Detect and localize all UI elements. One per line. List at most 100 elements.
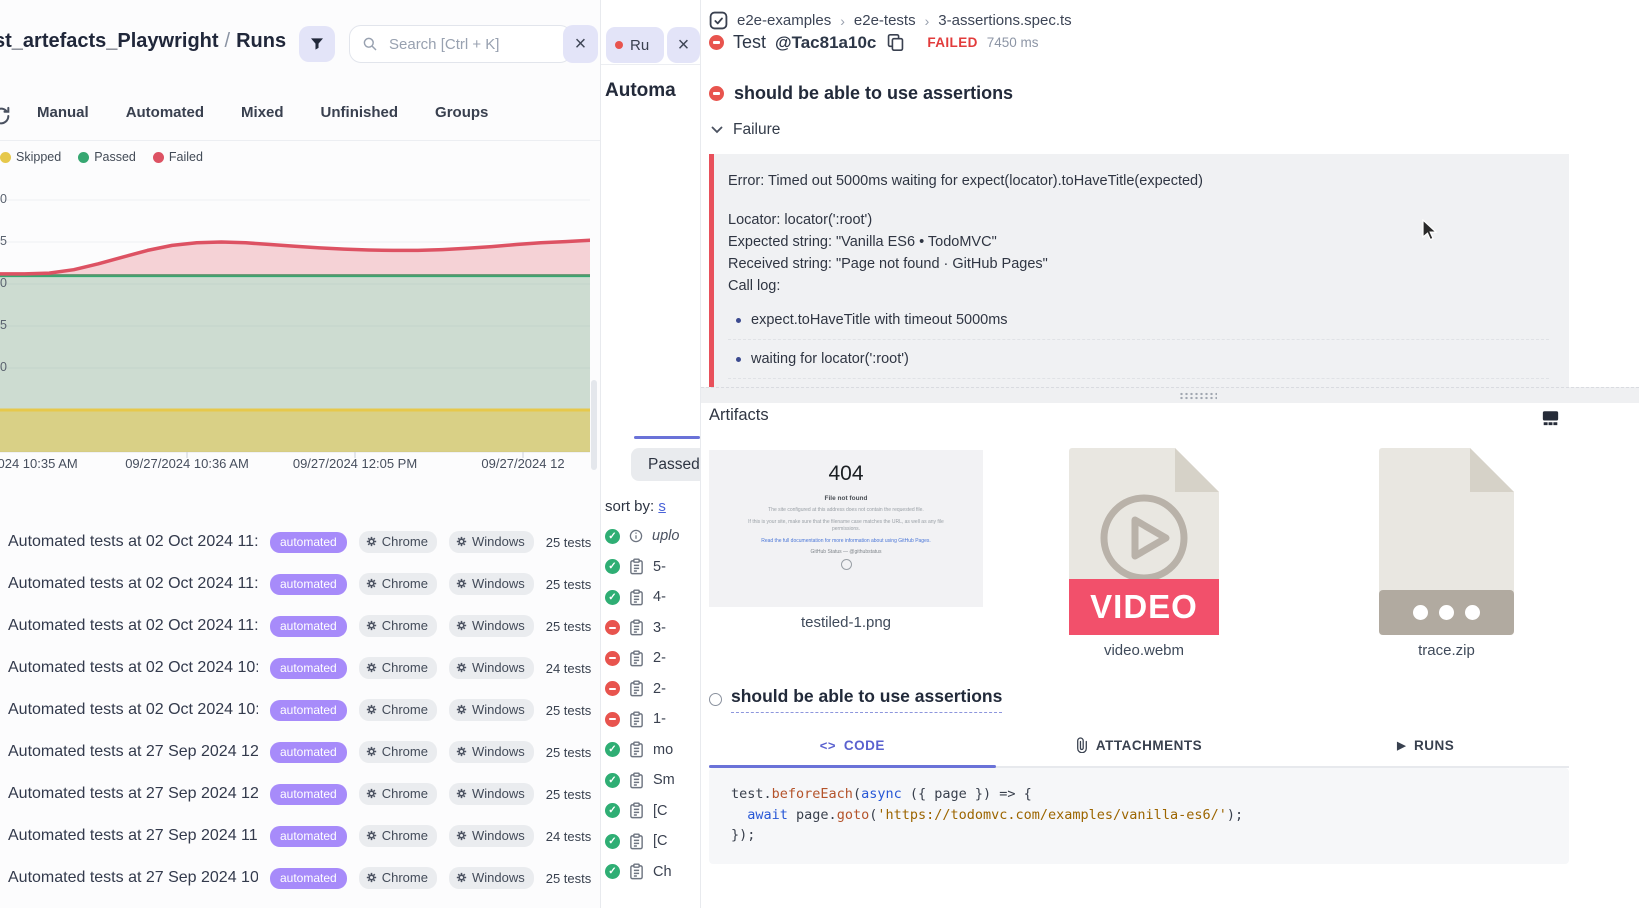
close-run-panel-button[interactable]: × [667,27,700,63]
gear-icon [366,788,377,799]
clipboard-icon [629,680,644,697]
test-status-icon [605,864,620,879]
run-type-tab[interactable]: Groups [435,104,488,121]
clipboard-icon [629,741,644,758]
test-status-icon [605,773,620,788]
close-runs-panel-button[interactable]: × [563,25,598,63]
test-title: should be able to use assertions [734,83,1013,104]
code-block: test.beforeEach(async ({ page }) => { aw… [709,768,1569,864]
clipboard-icon [629,619,644,636]
env-chip-label: Chrome [382,702,428,717]
run-type-tab[interactable]: Manual [37,104,89,121]
env-chip-label: Windows [472,534,525,549]
artifact-trace[interactable]: trace.zip [1379,448,1514,659]
test-list-item[interactable]: Ch [605,857,700,888]
tab-attachments[interactable]: ATTACHMENTS [996,726,1283,766]
test-list-item[interactable]: 4- [605,582,700,613]
env-chip-browser: Chrome [359,741,437,763]
test-list-item[interactable]: [C [605,826,700,857]
spec-breadcrumb: e2e-examples › e2e-tests › 3-assertions.… [709,11,1072,30]
github-logo-icon [841,559,852,570]
crumb-file[interactable]: 3-assertions.spec.ts [938,12,1071,29]
section-resize-handle[interactable] [701,387,1639,403]
env-chip-label: Windows [472,576,525,591]
test-list-item[interactable]: 2- [605,643,700,674]
env-chip-label: Chrome [382,576,428,591]
search-box[interactable] [349,25,572,63]
divider [0,140,600,141]
run-row[interactable]: Automated tests at 27 Sep 2024 10:35 aut… [0,857,596,899]
test-label: 3- [653,620,666,636]
legend-item[interactable]: Failed [153,150,203,164]
error-detail-line: Locator: locator(':root') [728,209,1549,231]
gallery-view-icon[interactable] [1542,410,1559,426]
test-status-icon [605,620,620,635]
runs-trend-chart [0,173,590,463]
test-list-item[interactable]: 3- [605,613,700,644]
env-chip-browser: Chrome [359,573,437,595]
refresh-icon[interactable] [0,105,12,127]
test-status-icon [605,803,620,818]
test-label: Sm [653,772,675,788]
test-list-item[interactable]: uplo [605,521,700,552]
run-row[interactable]: Automated tests at 02 Oct 2024 11:11 aut… [0,563,596,605]
tab-code[interactable]: <> CODE [709,726,996,766]
close-icon: × [575,34,587,54]
test-list-item[interactable]: 1- [605,704,700,735]
run-row[interactable]: Automated tests at 02 Oct 2024 10:43 aut… [0,647,596,689]
artifact-screenshot[interactable]: 404 File not found The site configured a… [709,450,983,631]
search-input[interactable] [387,35,559,54]
run-type-tab[interactable]: Automated [126,104,204,121]
run-title: Automated tests at 02 Oct 2024 10:43 [8,659,258,677]
legend-item[interactable]: Passed [78,150,136,164]
artifact-video[interactable]: VIDEO video.webm [1069,448,1219,659]
filter-button[interactable] [299,26,335,62]
dot-icon [1439,605,1454,620]
test-label: [C [653,803,668,819]
run-tab[interactable]: Ru [606,27,664,63]
video-file-icon: VIDEO [1069,448,1219,635]
run-row[interactable]: Automated tests at 02 Oct 2024 11:13 aut… [0,521,596,563]
file-fold-corner [1175,448,1219,492]
run-type-tab[interactable]: Unfinished [321,104,399,121]
run-badge: automated [270,826,347,847]
sort-link[interactable]: s [658,498,666,515]
test-list-item[interactable]: 5- [605,552,700,583]
test-list-item[interactable]: [C [605,796,700,827]
env-chip-label: Chrome [382,660,428,675]
copy-icon[interactable] [887,33,904,52]
passed-filter-button[interactable]: Passed [631,448,700,481]
tab-runs[interactable]: ▶ RUNS [1282,726,1569,766]
run-row[interactable]: Automated tests at 27 Sep 2024 12:03 aut… [0,773,596,815]
test-status-icon [605,529,620,544]
dot-icon [1465,605,1480,620]
run-test-count: 25 tests [546,787,592,802]
crumb-folder[interactable]: e2e-tests [854,12,916,29]
crumb-suite[interactable]: e2e-examples [737,12,831,29]
run-title: Automated tests at 27 Sep 2024 12:07 [8,743,258,761]
scrollbar-thumb[interactable] [591,380,597,470]
run-test-count: 25 tests [546,703,592,718]
test-list-item[interactable]: Sm [605,765,700,796]
tab-label: ATTACHMENTS [1096,738,1202,753]
failed-status-icon [709,86,724,101]
call-log-item: waiting for locator(':root') [728,349,1549,379]
clipboard-icon [629,650,644,667]
project-title[interactable]: st_artefacts_Playwright [0,30,219,52]
run-type-tab[interactable]: Mixed [241,104,284,121]
run-row[interactable]: Automated tests at 27 Sep 2024 11:32 aut… [0,815,596,857]
run-row[interactable]: Automated tests at 02 Oct 2024 11:08 aut… [0,605,596,647]
gear-icon [366,578,377,589]
legend-item[interactable]: Skipped [0,150,61,164]
test-title-link[interactable]: should be able to use assertions [731,686,1002,713]
test-label: 2- [653,681,666,697]
run-row[interactable]: Automated tests at 27 Sep 2024 12:07 aut… [0,731,596,773]
breadcrumb-separator: / [219,30,237,52]
run-row[interactable]: Automated tests at 02 Oct 2024 10:40 aut… [0,689,596,731]
failure-section-toggle[interactable]: Failure [711,121,780,139]
test-list-item[interactable]: mo [605,735,700,766]
zip-band [1379,590,1514,635]
tab-label: CODE [844,738,885,753]
run-tab-label: Ru [630,37,649,54]
test-list-item[interactable]: 2- [605,674,700,705]
